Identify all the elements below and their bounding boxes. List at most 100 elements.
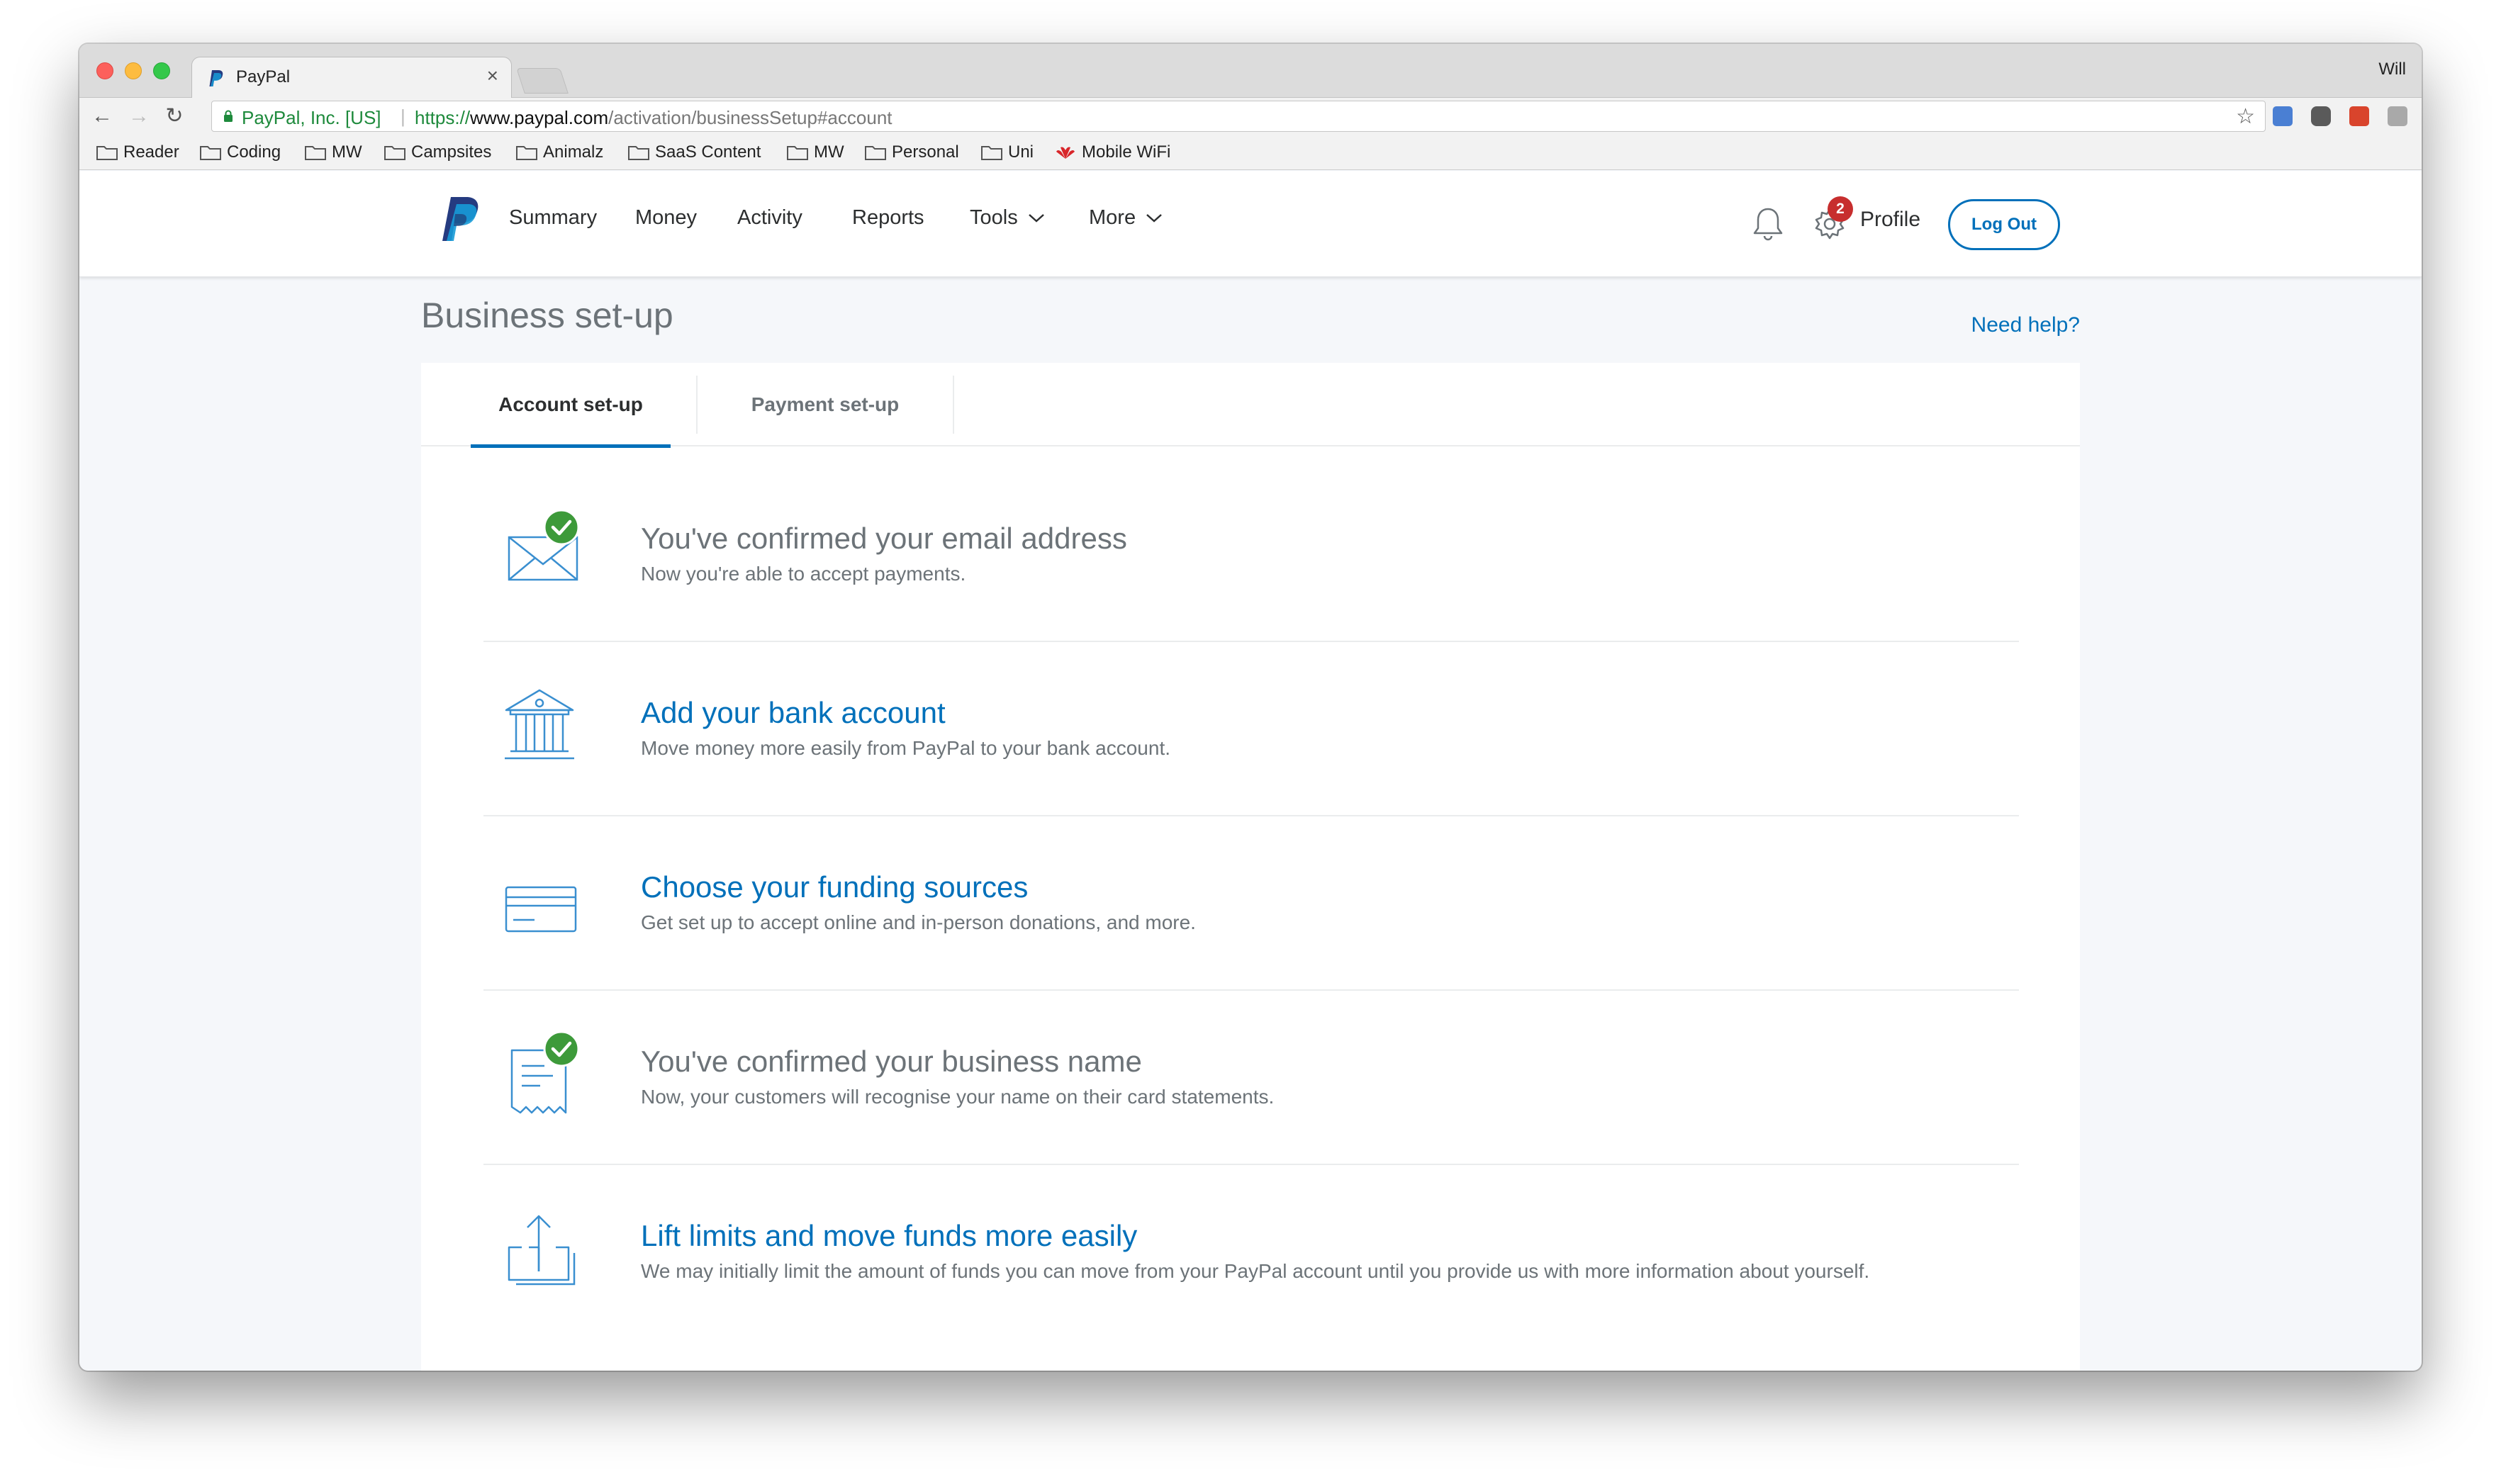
bookmark-folder[interactable]: Reader: [96, 142, 179, 163]
nav-activity[interactable]: Activity: [737, 206, 802, 230]
bookmark-label: Campsites: [411, 142, 492, 162]
folder-icon: [865, 146, 886, 160]
step-title: You've confirmed your business name: [641, 1045, 1142, 1078]
bookmark-label: Animalz: [543, 142, 604, 162]
folder-icon: [305, 146, 326, 160]
bank-icon: [505, 689, 574, 760]
active-tab-indicator: [471, 444, 671, 448]
bookmark-folder[interactable]: Animalz: [516, 142, 603, 163]
bookmark-folder[interactable]: Coding: [200, 142, 281, 163]
step-description: Now, your customers will recognise your …: [641, 1086, 1275, 1108]
tab-label: Account set-up: [498, 393, 643, 415]
extension-icon[interactable]: [2388, 106, 2407, 126]
bookmark-label: Reader: [123, 142, 179, 162]
folder-icon: [516, 146, 537, 160]
nav-label: Reports: [852, 206, 924, 229]
bookmark-folder[interactable]: SaaS Content: [628, 142, 761, 163]
reload-icon[interactable]: ↻: [162, 103, 187, 129]
step-description: Now you're able to accept payments.: [641, 563, 966, 585]
step-title: You've confirmed your email address: [641, 522, 1127, 555]
url-path: /activation/businessSetup#account: [608, 107, 893, 128]
minimize-window-button[interactable]: [125, 62, 142, 79]
notification-count-badge: 2: [1828, 196, 1853, 222]
nav-more[interactable]: More: [1089, 206, 1163, 230]
chevron-down-icon: [1146, 213, 1162, 223]
bookmark-label: SaaS Content: [655, 142, 761, 162]
browser-window: PayPal × Will ← → ↻ PayPal, Inc. [US] | …: [79, 44, 2422, 1371]
nav-money[interactable]: Money: [635, 206, 697, 230]
bookmark-link[interactable]: Mobile WiFi: [1055, 142, 1170, 163]
bookmark-extension-icon[interactable]: [2349, 106, 2369, 126]
url-separator: |: [401, 106, 405, 127]
tab-payment-setup[interactable]: Payment set-up: [696, 376, 954, 434]
nav-summary[interactable]: Summary: [509, 206, 597, 230]
nav-label: Tools: [970, 206, 1018, 229]
bookmark-folder[interactable]: Uni: [981, 142, 1034, 163]
tab-account-setup[interactable]: Account set-up: [471, 363, 671, 448]
setup-tabs: Account set-up Payment set-up: [421, 363, 2080, 448]
folder-icon: [981, 146, 1002, 160]
bell-icon[interactable]: [1752, 206, 1784, 242]
nav-label: Summary: [509, 206, 598, 229]
bookmark-folder[interactable]: MW: [787, 142, 844, 163]
forward-arrow-icon[interactable]: →: [126, 103, 152, 129]
step-title[interactable]: Lift limits and move funds more easily: [641, 1219, 1137, 1253]
maximize-window-button[interactable]: [153, 62, 170, 79]
close-window-button[interactable]: [96, 62, 113, 79]
url-text: https://www.paypal.com/activation/busine…: [415, 107, 893, 129]
folder-icon: [628, 146, 649, 160]
bookmark-folder[interactable]: MW: [305, 142, 362, 163]
setup-step-email: You've confirmed your email address Now …: [483, 468, 2019, 642]
extension-icon[interactable]: [2273, 106, 2293, 126]
need-help-link[interactable]: Need help?: [1971, 313, 2080, 337]
url-scheme: https://: [415, 107, 471, 128]
pocket-extension-icon[interactable]: [2311, 106, 2331, 126]
bookmark-label: MW: [814, 142, 844, 162]
back-arrow-icon[interactable]: ←: [89, 103, 115, 129]
tab-close-icon[interactable]: ×: [487, 64, 498, 87]
profile-link[interactable]: Profile: [1860, 208, 1920, 232]
paypal-logo-icon[interactable]: [441, 196, 482, 244]
bookmark-star-icon[interactable]: ☆: [2236, 104, 2255, 129]
bookmark-folder[interactable]: Campsites: [384, 142, 491, 163]
bookmark-label: Uni: [1008, 142, 1034, 162]
setup-step-funding[interactable]: Choose your funding sources Get set up t…: [483, 816, 2019, 991]
lock-icon: [224, 110, 233, 122]
nav-label: More: [1089, 206, 1136, 229]
step-description: We may initially limit the amount of fun…: [641, 1260, 1870, 1282]
receipt-check-icon: [510, 1032, 578, 1114]
folder-icon: [96, 146, 118, 160]
bookmark-folder[interactable]: Personal: [865, 142, 959, 163]
bookmark-label: Personal: [892, 142, 959, 162]
chevron-down-icon: [1028, 213, 1044, 223]
nav-reports[interactable]: Reports: [852, 206, 924, 230]
paypal-favicon-icon: [209, 70, 223, 86]
bookmark-label: Coding: [227, 142, 281, 162]
url-host: www.paypal.com: [470, 107, 609, 128]
tab-strip: PayPal × Will: [79, 44, 2422, 99]
tab-title: PayPal: [236, 67, 291, 86]
paypal-header: Summary Money Activity Reports Tools Mor…: [79, 171, 2422, 277]
setup-step-business-name: You've confirmed your business name Now,…: [483, 991, 2019, 1165]
nav-tools[interactable]: Tools: [970, 206, 1045, 230]
browser-tab-paypal[interactable]: PayPal ×: [191, 57, 512, 99]
nav-label: Money: [635, 206, 698, 229]
browser-toolbar: ← → ↻ PayPal, Inc. [US] | https://www.pa…: [79, 98, 2422, 135]
folder-icon: [787, 146, 808, 160]
card-icon: [505, 886, 577, 933]
step-title[interactable]: Choose your funding sources: [641, 870, 1028, 904]
setup-step-bank[interactable]: Add your bank account Move money more ea…: [483, 642, 2019, 816]
folder-icon: [384, 146, 405, 160]
new-tab-button[interactable]: [516, 68, 569, 94]
ev-certificate-name: PayPal, Inc. [US]: [242, 107, 381, 128]
bookmark-label: MW: [332, 142, 362, 162]
logout-button[interactable]: Log Out: [1948, 199, 2060, 250]
step-title[interactable]: Add your bank account: [641, 696, 946, 730]
page-title: Business set-up: [421, 296, 673, 335]
address-bar[interactable]: PayPal, Inc. [US] | https://www.paypal.c…: [211, 101, 2266, 132]
profile-user-name[interactable]: Will: [2378, 60, 2406, 79]
setup-step-lift-limits[interactable]: Lift limits and move funds more easily W…: [483, 1165, 2019, 1339]
huawei-logo-icon: [1056, 147, 1075, 159]
envelope-check-icon: [508, 509, 578, 581]
upload-icon: [508, 1215, 576, 1286]
